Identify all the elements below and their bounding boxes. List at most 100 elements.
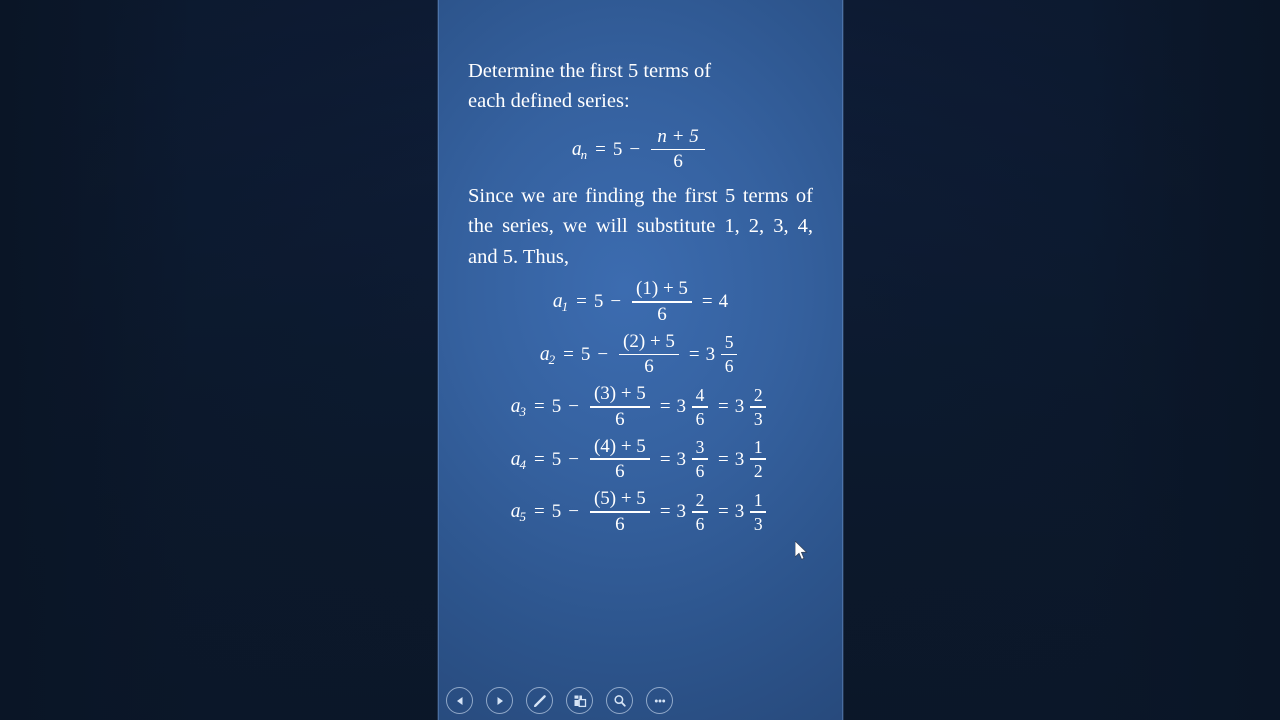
- term-whole: 5: [593, 291, 604, 313]
- term-minus: −: [610, 291, 622, 313]
- term-equation: a 5 = 5− (5) + 5 6 = 3 2 6 = 3 1 3: [468, 489, 813, 534]
- term-whole: 5: [580, 343, 591, 365]
- term-improper-mixed-whole: 3: [676, 501, 687, 523]
- term-fraction-numerator: (1) + 5: [636, 278, 688, 300]
- formula-numerator: n + 5: [657, 125, 699, 147]
- term-result-equals: =: [701, 291, 713, 313]
- term-final-mixed: 323: [734, 384, 771, 429]
- term-final-mixed-fraction-denominator: 2: [753, 461, 763, 482]
- term-improper-mixed-fraction: 46: [692, 384, 709, 428]
- term-final-equals: =: [718, 501, 729, 523]
- term-fraction-numerator: (3) + 5: [593, 383, 646, 405]
- term-result-equals: =: [659, 501, 671, 523]
- term-improper-mixed: 346: [676, 384, 713, 428]
- term-improper-mixed-fraction-denominator: 6: [695, 513, 705, 534]
- term-minus: −: [568, 501, 579, 523]
- slide-content: Determine the first 5 terms of each defi…: [438, 0, 843, 534]
- term-improper-mixed-fraction-numerator: 3: [695, 437, 705, 458]
- term-final-mixed-whole: 3: [734, 448, 745, 470]
- term-final-mixed-whole: 3: [734, 396, 745, 418]
- formula-denominator: 6: [673, 151, 683, 173]
- intro-line-1: Determine the first 5 terms of: [468, 60, 712, 82]
- term-fraction: (4) + 5 6: [589, 435, 650, 483]
- term-equations-list: a 1 = 5− (1) + 5 6 = 4 a 2 = 5− (2) + 5 6 = 3 5 6 a 3 = 5− (3)…: [468, 279, 813, 534]
- term-fraction-denominator: 6: [615, 461, 625, 483]
- term-fraction-denominator: 6: [644, 356, 654, 378]
- formula-equals: =: [595, 138, 606, 160]
- term-final-mixed: 312: [735, 438, 771, 480]
- term-improper-mixed: 336: [677, 438, 713, 480]
- intro-line-2: each defined series:: [468, 90, 630, 113]
- term-final-mixed-whole: 3: [734, 501, 745, 523]
- term-result-equals: =: [659, 396, 671, 418]
- intro-text: Determine the first 5 terms of each defi…: [468, 56, 813, 117]
- general-formula: an = 5 − n + 5 6: [468, 125, 813, 173]
- term-equation: a 1 = 5− (1) + 5 6 = 4: [468, 279, 813, 324]
- term-equation: a 3 = 5− (3) + 5 6 = 3 4 6 = 3 2 3: [468, 384, 813, 429]
- term-whole: 5: [551, 396, 562, 418]
- term-minus: −: [568, 448, 579, 470]
- term-fraction-denominator: 6: [615, 408, 625, 430]
- term-fraction-denominator: 6: [615, 513, 625, 535]
- term-final-mixed: 313: [734, 489, 771, 534]
- formula-minus: −: [629, 138, 641, 160]
- term-improper-mixed: 356: [706, 333, 742, 375]
- term-fraction-numerator: (5) + 5: [593, 487, 646, 509]
- formula-whole: 5: [612, 138, 623, 160]
- term-fraction-numerator: (4) + 5: [593, 435, 646, 457]
- term-improper-mixed: 326: [676, 489, 713, 534]
- term-subscript: 4: [519, 456, 527, 472]
- term-result: 4: [718, 291, 729, 313]
- slide-overview-button[interactable]: [566, 687, 593, 714]
- formula-subscript: n: [580, 146, 588, 162]
- term-final-equals: =: [718, 448, 729, 470]
- term-subscript: 5: [519, 509, 527, 525]
- term-subscript: 1: [561, 299, 569, 315]
- term-fraction: (2) + 5 6: [619, 330, 679, 378]
- more-options-button[interactable]: [646, 687, 673, 714]
- presentation-toolbar: [438, 687, 843, 714]
- term-improper-mixed-fraction: 36: [692, 437, 709, 482]
- pen-icon: [532, 693, 548, 709]
- previous-slide-button[interactable]: [446, 687, 473, 714]
- term-final-mixed-fraction: 13: [750, 489, 767, 534]
- term-fraction: (1) + 5 6: [632, 279, 692, 324]
- slides-grid-icon: [572, 693, 588, 709]
- term-equals: =: [576, 291, 587, 313]
- term-fraction: (5) + 5 6: [589, 487, 650, 535]
- term-final-mixed-fraction-denominator: 3: [753, 408, 763, 429]
- formula-fraction: n + 5 6: [651, 125, 706, 173]
- term-improper-mixed-whole: 3: [676, 396, 687, 418]
- term-improper-mixed-whole: 3: [676, 448, 687, 470]
- term-fraction-numerator: (2) + 5: [623, 330, 675, 352]
- term-result-equals: =: [659, 448, 671, 470]
- term-final-equals: =: [718, 396, 729, 418]
- term-final-mixed-fraction-numerator: 2: [753, 384, 763, 405]
- term-equation: a 2 = 5− (2) + 5 6 = 3 5 6: [468, 330, 813, 378]
- term-subscript: 3: [519, 404, 527, 420]
- term-fraction: (3) + 5 6: [589, 383, 650, 430]
- term-improper-mixed-fraction-numerator: 4: [695, 384, 705, 405]
- term-whole: 5: [551, 448, 562, 470]
- term-final-mixed-fraction-numerator: 1: [753, 489, 763, 510]
- slide-panel: Determine the first 5 terms of each defi…: [438, 0, 843, 720]
- term-minus: −: [597, 343, 609, 365]
- triangle-left-icon: [453, 694, 467, 708]
- term-final-mixed-fraction-denominator: 3: [753, 513, 763, 534]
- pen-tool-button[interactable]: [526, 687, 553, 714]
- explanation-text: Since we are finding the first 5 terms o…: [468, 185, 813, 268]
- term-improper-mixed-fraction-denominator: 6: [695, 461, 705, 482]
- term-final-mixed-fraction: 23: [750, 384, 767, 429]
- magnifier-icon: [612, 693, 628, 709]
- term-improper-mixed-fraction: 26: [692, 489, 709, 534]
- term-improper-mixed-fraction-numerator: 5: [724, 332, 734, 353]
- next-slide-button[interactable]: [486, 687, 513, 714]
- term-improper-mixed-fraction-numerator: 2: [695, 489, 705, 510]
- term-equals: =: [534, 448, 545, 470]
- term-whole: 5: [551, 501, 562, 523]
- zoom-tool-button[interactable]: [606, 687, 633, 714]
- term-equation: a 4 = 5− (4) + 5 6 = 3 3 6 = 3 1 2: [468, 435, 813, 483]
- ellipsis-icon: [652, 693, 668, 709]
- term-result-equals: =: [688, 343, 700, 365]
- term-improper-mixed-fraction: 56: [721, 332, 738, 375]
